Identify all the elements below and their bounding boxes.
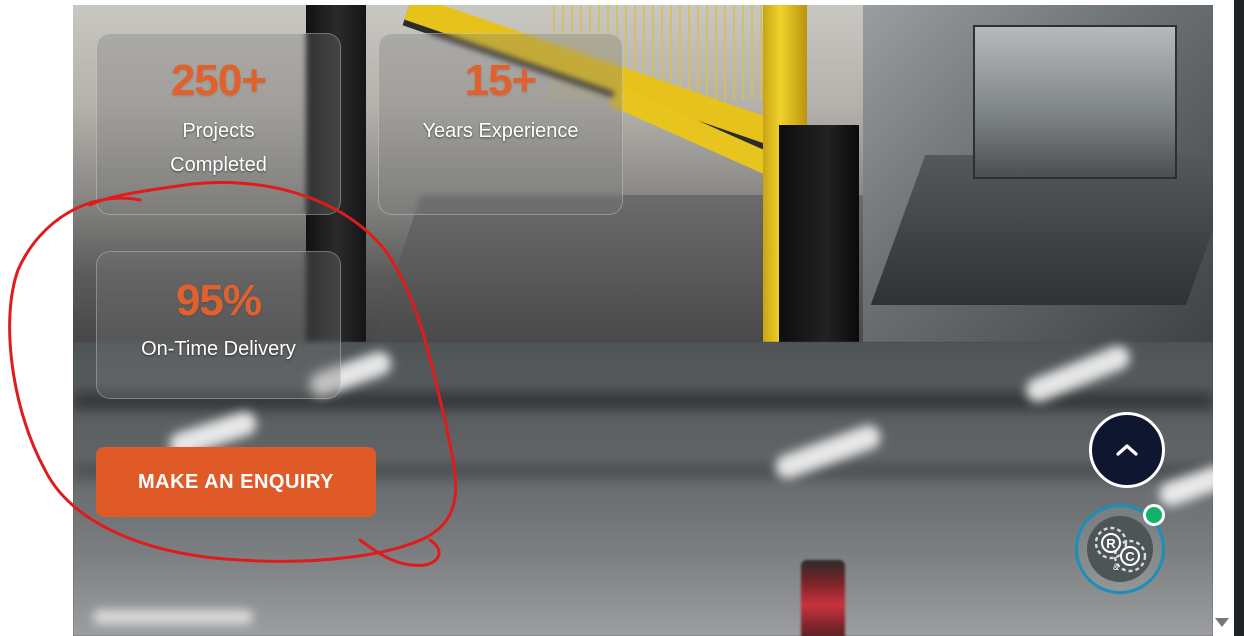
online-status-dot bbox=[1143, 504, 1165, 526]
svg-text:&: & bbox=[1113, 562, 1119, 572]
stat-value: 95% bbox=[175, 276, 262, 325]
stat-value: 15+ bbox=[464, 56, 538, 105]
svg-text:R: R bbox=[1106, 536, 1116, 551]
page-scrollbar[interactable] bbox=[1213, 0, 1244, 636]
stat-card-experience: 15+ Years Experience bbox=[378, 33, 623, 215]
svg-text:C: C bbox=[1125, 549, 1135, 564]
stat-label: Projects Completed bbox=[170, 120, 267, 176]
stat-card-delivery: 95% On-Time Delivery bbox=[96, 251, 341, 399]
hero-section: 250+ Projects Completed 15+ Years Experi… bbox=[73, 5, 1213, 636]
stat-value: 250+ bbox=[170, 56, 267, 105]
scrollbar-track bbox=[1234, 0, 1244, 636]
stat-label: On-Time Delivery bbox=[141, 338, 296, 360]
stack-light bbox=[801, 560, 845, 636]
stat-card-projects: 250+ Projects Completed bbox=[96, 33, 341, 215]
scroll-to-top-button[interactable] bbox=[1089, 412, 1165, 488]
chevron-up-icon bbox=[1116, 444, 1138, 456]
triangle-down-icon[interactable] bbox=[1215, 618, 1229, 627]
make-an-enquiry-button[interactable]: MAKE AN ENQUIRY bbox=[96, 447, 376, 517]
stat-label: Years Experience bbox=[422, 120, 579, 142]
